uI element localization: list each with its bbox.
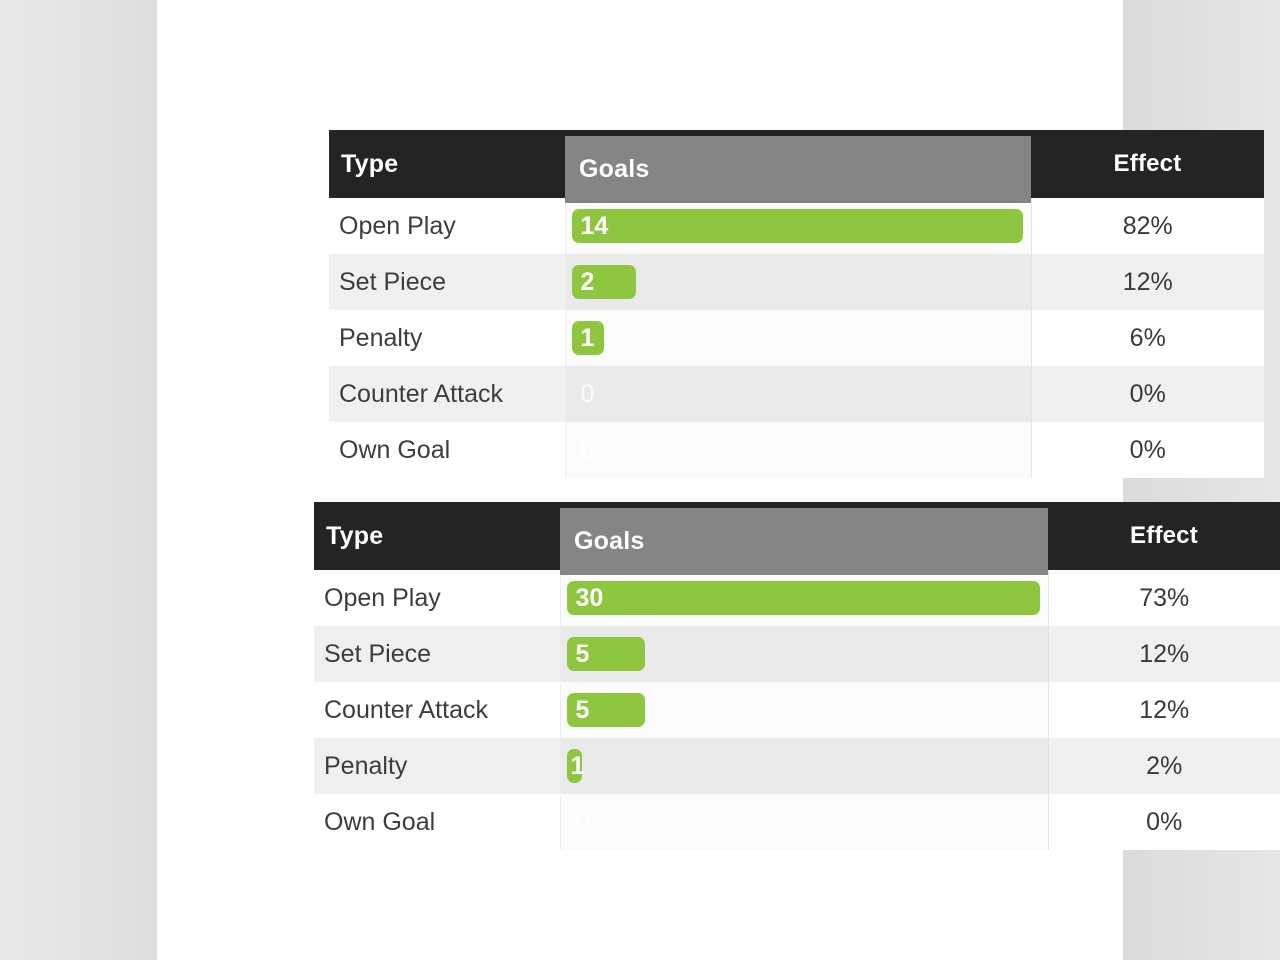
goals-bar: 14 xyxy=(572,209,1023,243)
goals-bar: 0 xyxy=(572,377,594,411)
cell-effect: 82% xyxy=(1031,198,1264,254)
cell-goals-bar: 0 xyxy=(560,794,1048,850)
table-header-row: Type Goals Effect xyxy=(314,502,1280,570)
column-header-effect[interactable]: Effect xyxy=(1048,502,1280,570)
goals-bar-value: 30 xyxy=(576,586,604,611)
goals-header-band: Goals xyxy=(565,136,1031,203)
bar-track: 2 xyxy=(572,254,1023,310)
goals-bar: 1 xyxy=(567,749,583,783)
cell-effect: 0% xyxy=(1031,422,1264,478)
table-row[interactable]: Counter Attack 0 0% xyxy=(329,366,1264,422)
table-1-header: Type Goals Effect xyxy=(329,130,1264,198)
cell-type: Set Piece xyxy=(314,626,560,682)
page-card: Type Goals Effect Open Play1482%Set Piec… xyxy=(157,0,1123,960)
goals-bar-value: 5 xyxy=(576,642,590,667)
table-header-row: Type Goals Effect xyxy=(329,130,1264,198)
column-header-goals[interactable]: Goals xyxy=(560,502,1048,570)
cell-type: Own Goal xyxy=(329,422,565,478)
cell-goals-bar: 1 xyxy=(565,310,1031,366)
column-header-type[interactable]: Type xyxy=(314,502,560,570)
goals-bar-value: 2 xyxy=(581,270,595,295)
goals-breakdown-table-2: Type Goals Effect Open Play3073%Set Piec… xyxy=(314,502,1280,850)
cell-effect: 2% xyxy=(1048,738,1280,794)
table-row[interactable]: Counter Attack 5 12% xyxy=(314,682,1280,738)
bar-track: 0 xyxy=(572,366,1023,422)
bar-track: 5 xyxy=(567,682,1040,738)
bar-track: 1 xyxy=(567,738,1040,794)
goals-bar-value: 14 xyxy=(581,214,609,239)
goals-breakdown-table-1: Type Goals Effect Open Play1482%Set Piec… xyxy=(329,130,1264,478)
table-2-body: Open Play3073%Set Piece512%Counter Attac… xyxy=(314,570,1280,850)
bar-track: 14 xyxy=(572,198,1023,254)
table-row[interactable]: Open Play 30 73% xyxy=(314,570,1280,626)
goals-bar-value: 0 xyxy=(581,382,595,407)
goals-header-band: Goals xyxy=(560,508,1048,575)
cell-goals-bar: 0 xyxy=(565,366,1031,422)
bar-track: 0 xyxy=(567,794,1040,850)
cell-effect: 12% xyxy=(1048,626,1280,682)
cell-goals-bar: 0 xyxy=(565,422,1031,478)
table-1-body: Open Play1482%Set Piece212%Penalty16%Cou… xyxy=(329,198,1264,478)
goals-bar-value: 1 xyxy=(581,326,595,351)
cell-type: Counter Attack xyxy=(329,366,565,422)
goals-bar: 5 xyxy=(567,693,646,727)
table-row[interactable]: Open Play 14 82% xyxy=(329,198,1264,254)
cell-goals-bar: 30 xyxy=(560,570,1048,626)
table-row[interactable]: Penalty 1 2% xyxy=(314,738,1280,794)
cell-type: Open Play xyxy=(329,198,565,254)
cell-effect: 12% xyxy=(1031,254,1264,310)
cell-type: Own Goal xyxy=(314,794,560,850)
bar-track: 0 xyxy=(572,422,1023,478)
cell-effect: 6% xyxy=(1031,310,1264,366)
cell-goals-bar: 14 xyxy=(565,198,1031,254)
goals-bar-value: 0 xyxy=(576,810,590,835)
cell-type: Penalty xyxy=(314,738,560,794)
column-header-effect[interactable]: Effect xyxy=(1031,130,1264,198)
table-2-header: Type Goals Effect xyxy=(314,502,1280,570)
goals-bar: 2 xyxy=(572,265,636,299)
cell-type: Penalty xyxy=(329,310,565,366)
goals-bar-value: 0 xyxy=(581,438,595,463)
bar-track: 5 xyxy=(567,626,1040,682)
table-row[interactable]: Set Piece 2 12% xyxy=(329,254,1264,310)
goals-bar-value: 5 xyxy=(576,698,590,723)
cell-effect: 73% xyxy=(1048,570,1280,626)
goals-bar-value: 1 xyxy=(571,754,585,779)
bar-track: 1 xyxy=(572,310,1023,366)
cell-goals-bar: 2 xyxy=(565,254,1031,310)
cell-goals-bar: 5 xyxy=(560,682,1048,738)
cell-effect: 0% xyxy=(1031,366,1264,422)
table-row[interactable]: Own Goal 0 0% xyxy=(329,422,1264,478)
cell-type: Counter Attack xyxy=(314,682,560,738)
cell-goals-bar: 5 xyxy=(560,626,1048,682)
cell-effect: 0% xyxy=(1048,794,1280,850)
bar-track: 30 xyxy=(567,570,1040,626)
table-row[interactable]: Own Goal 0 0% xyxy=(314,794,1280,850)
column-header-goals[interactable]: Goals xyxy=(565,130,1031,198)
goals-bar: 30 xyxy=(567,581,1040,615)
goals-bar: 0 xyxy=(567,805,589,839)
cell-effect: 12% xyxy=(1048,682,1280,738)
goals-bar: 1 xyxy=(572,321,604,355)
table-row[interactable]: Set Piece 5 12% xyxy=(314,626,1280,682)
column-header-type[interactable]: Type xyxy=(329,130,565,198)
cell-goals-bar: 1 xyxy=(560,738,1048,794)
cell-type: Open Play xyxy=(314,570,560,626)
cell-type: Set Piece xyxy=(329,254,565,310)
table-row[interactable]: Penalty 1 6% xyxy=(329,310,1264,366)
goals-bar: 5 xyxy=(567,637,646,671)
goals-bar: 0 xyxy=(572,433,594,467)
